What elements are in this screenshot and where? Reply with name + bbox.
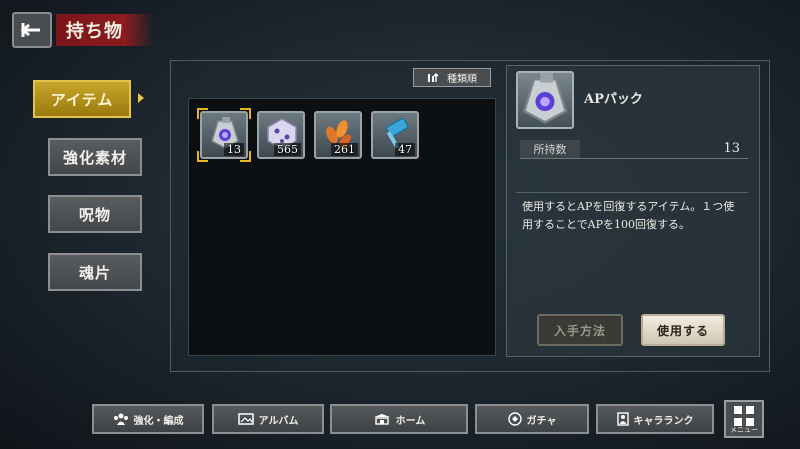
sidebar-item-cursed-objects[interactable]: 呪物 [48,195,142,233]
selection-corner [240,108,251,119]
owned-count-value: 13 [723,141,740,156]
menu-label: メニュー [730,426,758,434]
detail-item-image [516,71,574,129]
party-icon [113,413,128,425]
detail-item-name: APパック [584,92,643,107]
back-arrow-icon [20,23,40,37]
nav-character-rank[interactable]: キャラランク [596,404,714,434]
item-quantity: 565 [274,143,301,156]
owned-divider [520,158,748,159]
nav-album[interactable]: アルバム [212,404,324,434]
item-slot-blue-hammer[interactable]: 47 [371,111,419,159]
album-icon [237,413,254,425]
gacha-icon [507,412,522,426]
nav-label: ホーム [395,415,426,427]
sort-label: 種類順 [447,74,477,85]
sort-icon [428,72,439,82]
grid-menu-icon [734,406,754,426]
home-icon [373,414,390,425]
sort-button[interactable]: 種類順 [413,68,491,87]
nav-label: ガチャ [526,415,557,427]
character-rank-icon [616,412,629,426]
item-slot-crystal-dice[interactable]: 565 [257,111,305,159]
item-slot-orange-petals[interactable]: 261 [314,111,362,159]
ap-pack-icon [522,73,568,124]
how-to-obtain-button[interactable]: 入手方法 [537,314,623,346]
nav-label: アルバム [258,415,299,427]
active-arrow-icon [138,93,144,103]
sidebar-item-materials[interactable]: 強化素材 [48,138,142,176]
back-button[interactable] [12,12,52,48]
item-slot-ap-pack[interactable]: 13 [197,108,251,162]
nav-label: キャラランク [633,415,694,427]
detail-divider [516,192,748,193]
nav-label: 強化・編成 [133,415,184,427]
sidebar-item-soul-fragments[interactable]: 魂片 [48,253,142,291]
sidebar-item-items[interactable]: アイテム [33,80,131,118]
selection-corner [197,151,208,162]
nav-gacha[interactable]: ガチャ [475,404,589,434]
item-quantity: 47 [395,143,415,156]
nav-enhance-formation[interactable]: 強化・編成 [92,404,204,434]
page-title: 持ち物 [56,14,154,46]
nav-home[interactable]: ホーム [330,404,468,434]
owned-count-label: 所持数 [520,140,580,158]
use-button[interactable]: 使用する [641,314,725,346]
menu-button[interactable]: メニュー [724,400,764,438]
detail-description: 使用するとAPを回復するアイテム。１つ使用することでAPを100回復する。 [522,200,735,231]
selection-corner [197,108,208,119]
item-quantity: 261 [331,143,358,156]
selection-corner [240,151,251,162]
